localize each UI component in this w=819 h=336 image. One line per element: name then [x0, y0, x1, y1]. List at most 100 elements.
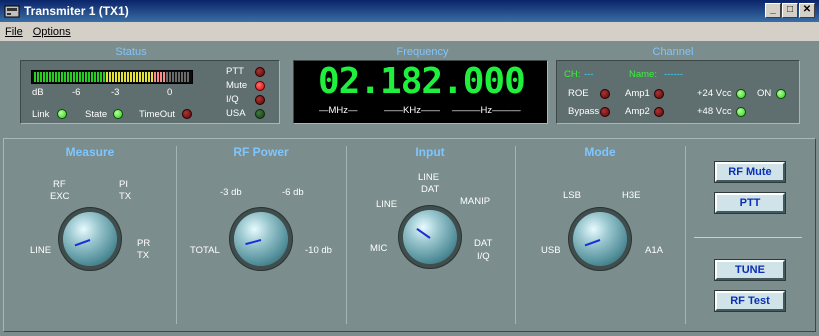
meter-segment — [142, 72, 144, 82]
input-iq-label: I/Q — [477, 251, 490, 262]
meter-m3-label: -3 — [111, 87, 120, 98]
amp2-led — [654, 107, 664, 117]
meter-segment — [157, 72, 159, 82]
meter-segment — [172, 72, 174, 82]
button-divider — [694, 237, 802, 238]
timeout-led — [182, 109, 192, 119]
meter-segment — [37, 72, 39, 82]
rfpower-m6db-label: -6 db — [282, 187, 304, 198]
meter-segment — [91, 72, 93, 82]
ptt-button[interactable]: PTT — [715, 193, 785, 213]
window-title: Transmiter 1 (TX1) — [24, 4, 129, 18]
input-knob[interactable] — [403, 210, 457, 264]
input-line2-label: LINE — [418, 172, 440, 183]
meter-segment — [106, 72, 108, 82]
measure-tx2-label: TX — [137, 250, 150, 261]
maximize-icon[interactable]: □ — [782, 3, 798, 18]
mode-a1a-label: A1A — [645, 245, 663, 256]
meter-segment — [79, 72, 81, 82]
frequency-title: Frequency — [396, 46, 449, 58]
meter-segment — [139, 72, 141, 82]
meter-segment — [58, 72, 60, 82]
rfpower-m3db-label: -3 db — [220, 187, 242, 198]
mode-lsb-label: LSB — [563, 190, 581, 201]
meter-segment — [73, 72, 75, 82]
ptt-label: PTT — [226, 66, 244, 77]
meter-segment — [178, 72, 180, 82]
meter-segment — [145, 72, 147, 82]
mode-usb-label: USB — [541, 245, 561, 256]
level-meter — [31, 70, 193, 84]
freq-mhz-label: —MHz— — [319, 105, 358, 116]
iq-led — [255, 95, 265, 105]
meter-segment — [64, 72, 66, 82]
menu-file[interactable]: File — [0, 26, 28, 38]
meter-segment — [67, 72, 69, 82]
mute-label: Mute — [226, 80, 248, 91]
menu-options[interactable]: Options — [28, 26, 76, 38]
meter-segment — [163, 72, 165, 82]
menu-bar: File Options — [0, 22, 819, 41]
meter-segment — [49, 72, 51, 82]
meter-db-label: dB — [32, 87, 44, 98]
measure-pi-label: PI — [119, 179, 128, 190]
meter-segment — [40, 72, 42, 82]
measure-knob[interactable] — [63, 212, 117, 266]
meter-segment — [103, 72, 105, 82]
meter-segment — [43, 72, 45, 82]
input-line-label: LINE — [376, 199, 398, 210]
rfpower-title: RF Power — [233, 145, 289, 159]
rfpower-m10db-label: -10 db — [305, 245, 332, 256]
meter-segment — [76, 72, 78, 82]
ch-label: CH: — [564, 69, 581, 80]
mode-knob[interactable] — [573, 212, 627, 266]
divider — [346, 146, 347, 324]
minimize-icon[interactable]: _ — [765, 3, 781, 18]
input-dat-label: DAT — [421, 184, 440, 195]
meter-segment — [154, 72, 156, 82]
on-label: ON — [757, 88, 772, 99]
meter-segment — [85, 72, 87, 82]
meter-segment — [88, 72, 90, 82]
timeout-label: TimeOut — [139, 109, 176, 120]
amp2-label: Amp2 — [625, 106, 650, 117]
meter-segment — [124, 72, 126, 82]
rfpower-total-label: TOTAL — [190, 245, 220, 256]
meter-segment — [34, 72, 36, 82]
meter-segment — [97, 72, 99, 82]
bypass-label: Bypass — [568, 106, 600, 117]
v48-led — [736, 107, 746, 117]
rf-mute-button[interactable]: RF Mute — [715, 162, 785, 182]
ch-value: --- — [584, 69, 594, 80]
frequency-display: 02.182.000 —MHz— ——KHz—— ———Hz——— — [293, 60, 548, 124]
meter-segment — [127, 72, 129, 82]
ptt-led — [255, 67, 265, 77]
meter-segment — [61, 72, 63, 82]
mute-led — [255, 81, 265, 91]
meter-segment — [109, 72, 111, 82]
input-dat2-label: DAT — [474, 238, 493, 249]
amp1-label: Amp1 — [625, 88, 650, 99]
title-bar[interactable]: Transmiter 1 (TX1) _ □ ✕ — [0, 0, 819, 22]
input-title: Input — [415, 145, 445, 159]
meter-segment — [184, 72, 186, 82]
measure-pr-label: PR — [137, 238, 151, 249]
frequency-value: 02.182.000 — [318, 61, 526, 102]
usa-led — [255, 109, 265, 119]
close-icon[interactable]: ✕ — [799, 3, 815, 18]
meter-segment — [52, 72, 54, 82]
measure-tx1-label: TX — [119, 191, 132, 202]
meter-segment — [121, 72, 123, 82]
tune-button[interactable]: TUNE — [715, 260, 785, 280]
meter-segment — [166, 72, 168, 82]
on-led — [776, 89, 786, 99]
meter-segment — [160, 72, 162, 82]
meter-segment — [181, 72, 183, 82]
rfpower-knob[interactable] — [234, 212, 288, 266]
divider — [176, 146, 177, 324]
roe-led — [600, 89, 610, 99]
rf-test-button[interactable]: RF Test — [715, 291, 785, 311]
meter-segment — [55, 72, 57, 82]
link-led — [57, 109, 67, 119]
v24-label: +24 Vcc — [697, 88, 732, 99]
